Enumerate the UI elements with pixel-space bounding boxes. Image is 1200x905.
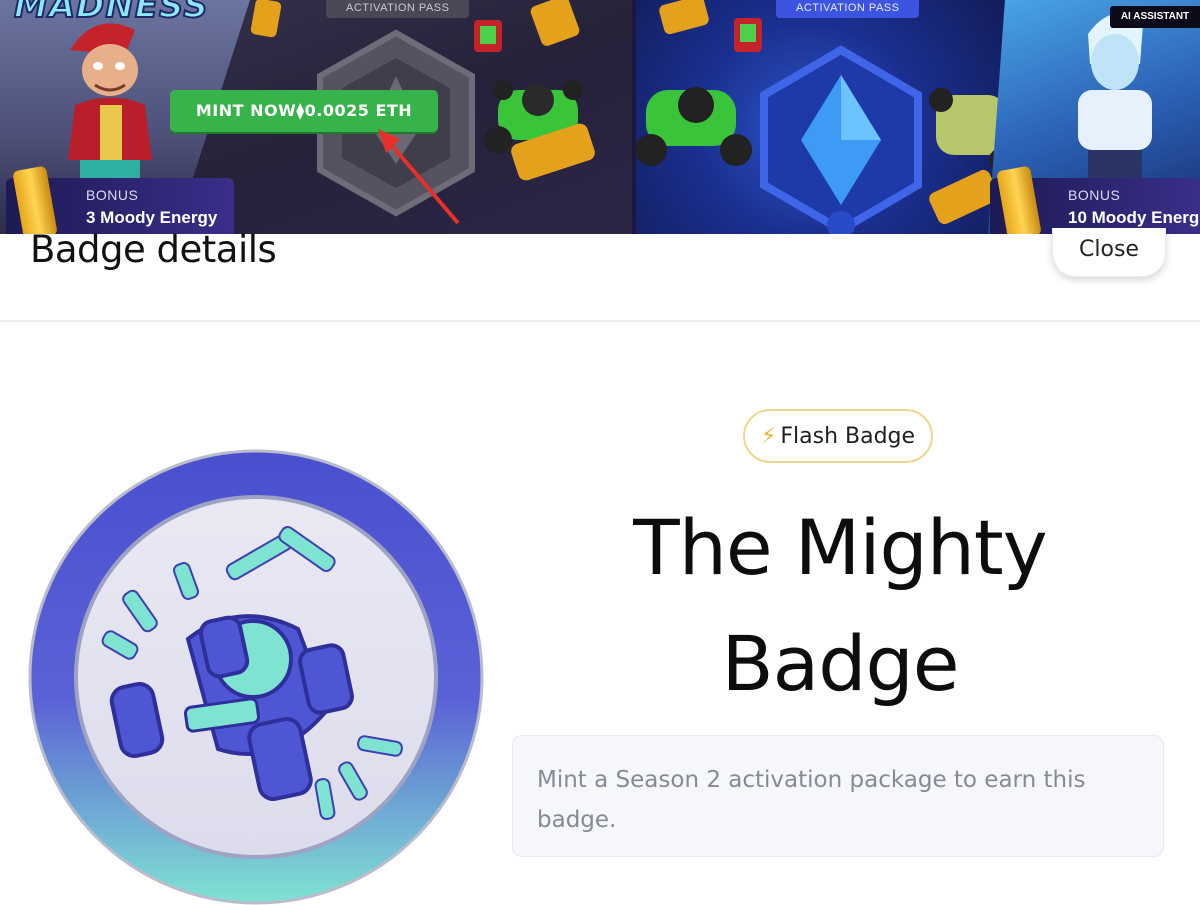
badge-type-pill: ⚡︎ Flash Badge bbox=[743, 409, 933, 463]
energy-can-icon bbox=[250, 0, 282, 38]
activation-pass-tab: ACTIVATION PASS bbox=[776, 0, 920, 18]
annotation-arrow-icon bbox=[378, 129, 460, 225]
bonus-value: 3 Moody Energy bbox=[86, 208, 218, 227]
badge-name: The Mighty Badge bbox=[633, 503, 1047, 708]
gnome-character-icon bbox=[68, 23, 152, 190]
ai-assistant-tag: AI ASSISTANT bbox=[1110, 6, 1200, 28]
bonus-label: BONUS bbox=[86, 187, 139, 203]
gas-can-icon bbox=[474, 20, 502, 52]
ice-character-icon bbox=[1078, 13, 1152, 184]
lightning-bolt-icon: ⚡︎ bbox=[760, 423, 777, 449]
gas-can-icon bbox=[734, 18, 762, 52]
promo-card-activation-pass-2[interactable]: ACTIVATION PASS bbox=[636, 0, 1016, 234]
kart-badge-icon bbox=[28, 449, 484, 905]
bonus-panel: BONUS 10 Moody Energ bbox=[990, 165, 1200, 234]
badge-description: Mint a Season 2 activation package to ea… bbox=[537, 767, 1086, 833]
energy-can-icon bbox=[511, 123, 595, 181]
bonus-label: BONUS bbox=[1068, 187, 1121, 203]
energy-can-icon bbox=[659, 0, 709, 35]
energy-can-icon bbox=[530, 0, 580, 46]
close-button[interactable]: Close bbox=[1052, 228, 1166, 277]
bonus-value: 10 Moody Energ bbox=[1068, 208, 1200, 227]
badge-type-label: Flash Badge bbox=[780, 423, 916, 449]
activation-pass-tab: ACTIVATION PASS bbox=[326, 0, 470, 18]
diamond-emblem-icon bbox=[760, 45, 922, 234]
page-title: Badge details bbox=[30, 228, 277, 271]
header-divider bbox=[0, 320, 1200, 322]
badge-description-box: Mint a Season 2 activation package to ea… bbox=[512, 735, 1164, 857]
promo-card-activation-pass-1[interactable]: MADNESS ACTIVATION PASS MINT NOW⧫0.0025 … bbox=[0, 0, 632, 234]
promo-banner: MADNESS ACTIVATION PASS MINT NOW⧫0.0025 … bbox=[0, 0, 1200, 234]
bonus-panel: BONUS 3 Moody Energy bbox=[6, 165, 234, 234]
green-kart-icon bbox=[636, 87, 752, 166]
